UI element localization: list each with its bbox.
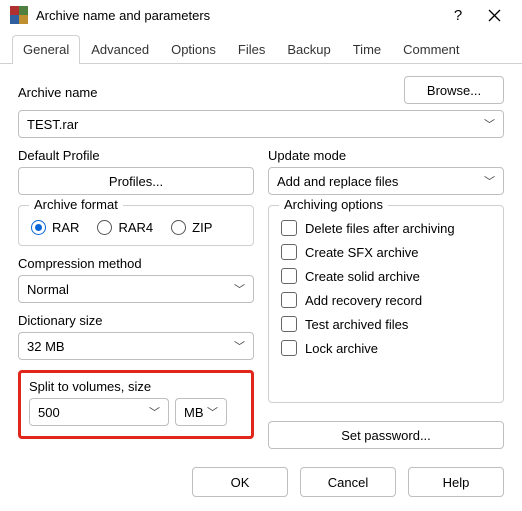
radio-rar[interactable]: RAR xyxy=(31,220,79,235)
radio-icon xyxy=(31,220,46,235)
tab-advanced[interactable]: Advanced xyxy=(80,35,160,64)
radio-rar4-label: RAR4 xyxy=(118,220,153,235)
split-unit-value: MB xyxy=(184,405,204,420)
chevron-down-icon: ﹀ xyxy=(234,281,245,297)
check-label: Add recovery record xyxy=(305,293,422,308)
tab-general[interactable]: General xyxy=(12,35,80,64)
ok-button[interactable]: OK xyxy=(192,467,288,497)
update-mode-label: Update mode xyxy=(268,148,504,163)
update-mode-select[interactable]: Add and replace files ﹀ xyxy=(268,167,504,195)
tab-comment[interactable]: Comment xyxy=(392,35,470,64)
tab-backup[interactable]: Backup xyxy=(276,35,341,64)
close-button[interactable] xyxy=(476,1,512,29)
browse-button[interactable]: Browse... xyxy=(404,76,504,104)
close-icon xyxy=(488,9,501,22)
dialog-footer: OK Cancel Help xyxy=(0,457,522,511)
radio-rar4[interactable]: RAR4 xyxy=(97,220,153,235)
checkbox-icon xyxy=(281,340,297,356)
radio-icon xyxy=(171,220,186,235)
split-label: Split to volumes, size xyxy=(29,379,243,394)
window-title: Archive name and parameters xyxy=(36,8,440,23)
archiving-options-title: Archiving options xyxy=(279,197,388,212)
split-volumes-highlight: Split to volumes, size 500 ﹀ MB ﹀ xyxy=(18,370,254,439)
archive-name-label: Archive name xyxy=(18,85,392,100)
check-sfx[interactable]: Create SFX archive xyxy=(281,244,491,260)
chevron-down-icon: ﹀ xyxy=(207,404,218,420)
archive-format-title: Archive format xyxy=(29,197,123,212)
check-label: Delete files after archiving xyxy=(305,221,455,236)
dictionary-label: Dictionary size xyxy=(18,313,254,328)
check-label: Lock archive xyxy=(305,341,378,356)
dictionary-select[interactable]: 32 MB ﹀ xyxy=(18,332,254,360)
compression-label: Compression method xyxy=(18,256,254,271)
checkbox-icon xyxy=(281,244,297,260)
help-titlebar-button[interactable]: ? xyxy=(440,1,476,29)
check-label: Create SFX archive xyxy=(305,245,418,260)
radio-icon xyxy=(97,220,112,235)
split-size-value: 500 xyxy=(38,405,60,420)
tab-time[interactable]: Time xyxy=(342,35,392,64)
check-recovery[interactable]: Add recovery record xyxy=(281,292,491,308)
check-label: Create solid archive xyxy=(305,269,420,284)
checkbox-icon xyxy=(281,316,297,332)
dictionary-value: 32 MB xyxy=(27,339,65,354)
winrar-icon xyxy=(10,6,28,24)
dialog-body: Archive name Browse... TEST.rar ﹀ Defaul… xyxy=(0,64,522,457)
chevron-down-icon: ﹀ xyxy=(484,116,495,132)
archive-dialog: Archive name and parameters ? General Ad… xyxy=(0,0,522,511)
titlebar: Archive name and parameters ? xyxy=(0,0,522,30)
tab-options[interactable]: Options xyxy=(160,35,227,64)
checkbox-icon xyxy=(281,292,297,308)
tab-strip: General Advanced Options Files Backup Ti… xyxy=(0,34,522,64)
archiving-options-group: Archiving options Delete files after arc… xyxy=(268,205,504,403)
chevron-down-icon: ﹀ xyxy=(149,404,160,420)
checkbox-icon xyxy=(281,268,297,284)
split-size-input[interactable]: 500 ﹀ xyxy=(29,398,169,426)
archive-format-group: Archive format RAR RAR4 ZIP xyxy=(18,205,254,246)
check-delete-files[interactable]: Delete files after archiving xyxy=(281,220,491,236)
radio-zip[interactable]: ZIP xyxy=(171,220,212,235)
radio-zip-label: ZIP xyxy=(192,220,212,235)
set-password-button[interactable]: Set password... xyxy=(268,421,504,449)
cancel-button[interactable]: Cancel xyxy=(300,467,396,497)
profiles-button[interactable]: Profiles... xyxy=(18,167,254,195)
radio-rar-label: RAR xyxy=(52,220,79,235)
compression-select[interactable]: Normal ﹀ xyxy=(18,275,254,303)
compression-value: Normal xyxy=(27,282,69,297)
archive-name-value: TEST.rar xyxy=(27,117,78,132)
checkbox-icon xyxy=(281,220,297,236)
check-lock[interactable]: Lock archive xyxy=(281,340,491,356)
chevron-down-icon: ﹀ xyxy=(234,338,245,354)
archive-name-input[interactable]: TEST.rar ﹀ xyxy=(18,110,504,138)
help-button[interactable]: Help xyxy=(408,467,504,497)
chevron-down-icon: ﹀ xyxy=(484,173,495,189)
check-solid[interactable]: Create solid archive xyxy=(281,268,491,284)
tab-files[interactable]: Files xyxy=(227,35,276,64)
check-test[interactable]: Test archived files xyxy=(281,316,491,332)
update-mode-value: Add and replace files xyxy=(277,174,398,189)
default-profile-label: Default Profile xyxy=(18,148,254,163)
split-unit-select[interactable]: MB ﹀ xyxy=(175,398,227,426)
check-label: Test archived files xyxy=(305,317,408,332)
